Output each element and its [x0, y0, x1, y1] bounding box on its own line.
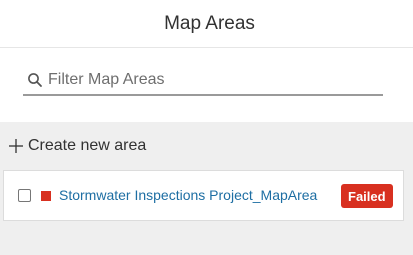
create-new-area-label: Create new area [28, 137, 147, 154]
panel-header: Map Areas [0, 0, 413, 48]
map-area-name-link[interactable]: Stormwater Inspections Project_MapArea [59, 187, 317, 203]
status-indicator-square [41, 191, 51, 201]
map-area-checkbox[interactable] [18, 189, 31, 202]
plus-icon [8, 138, 24, 154]
create-new-area-button[interactable]: Create new area [8, 134, 146, 158]
filter-search-box[interactable] [23, 66, 383, 96]
status-badge: Failed [341, 184, 393, 208]
map-area-card: Stormwater Inspections Project_MapArea F… [3, 170, 404, 221]
search-icon [25, 70, 45, 90]
filter-map-areas-input[interactable] [48, 69, 368, 91]
page-title: Map Areas [164, 13, 255, 34]
